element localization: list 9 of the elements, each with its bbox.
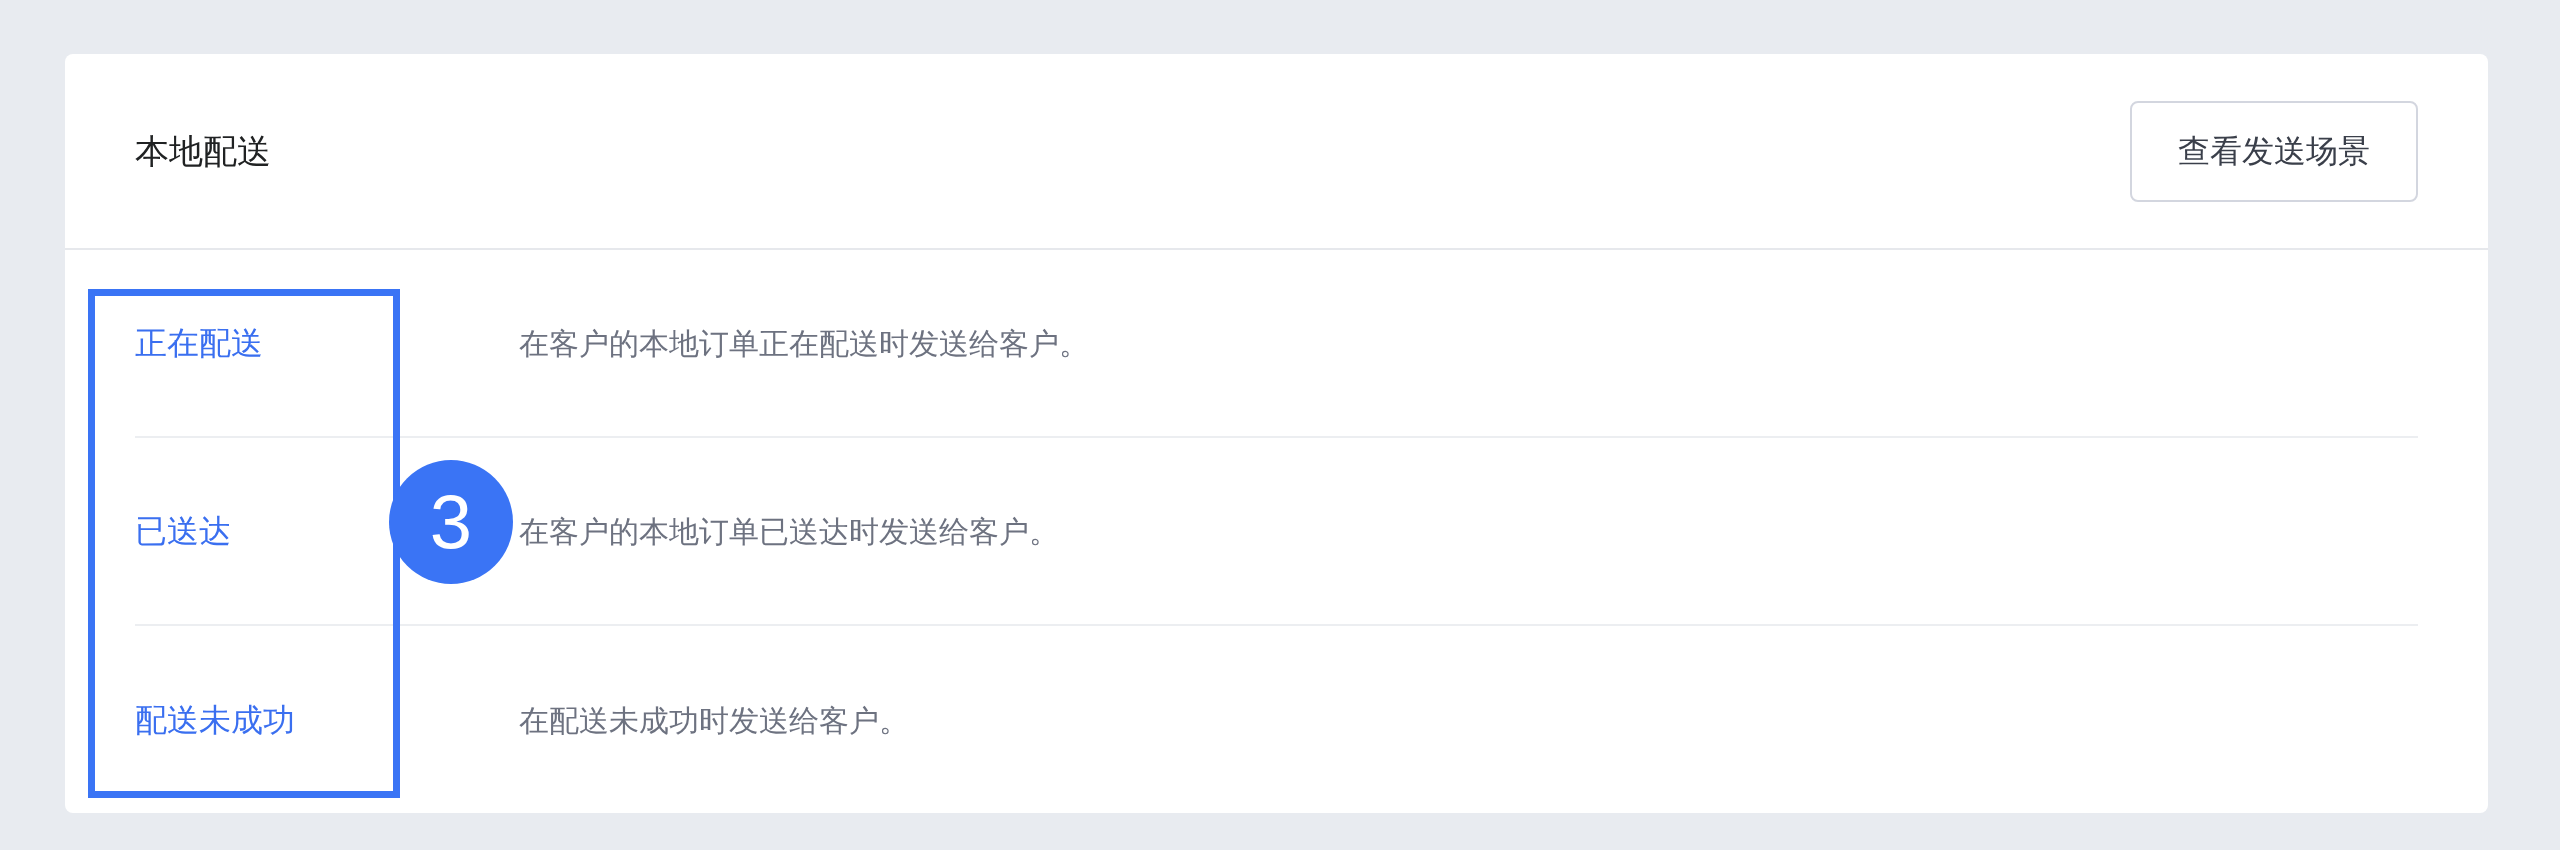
notification-link[interactable]: 配送未成功 — [135, 702, 295, 738]
section-title: 本地配送 — [135, 130, 271, 172]
notification-description: 在客户的本地订单正在配送时发送给客户。 — [519, 325, 1089, 362]
view-scenarios-button[interactable]: 查看发送场景 — [2130, 100, 2418, 202]
notification-link[interactable]: 已送达 — [135, 513, 231, 549]
step-badge: 3 — [389, 460, 513, 584]
notification-link[interactable]: 正在配送 — [135, 325, 263, 361]
notification-description: 在配送未成功时发送给客户。 — [519, 702, 909, 739]
notification-description: 在客户的本地订单已送达时发送给客户。 — [519, 513, 1059, 550]
